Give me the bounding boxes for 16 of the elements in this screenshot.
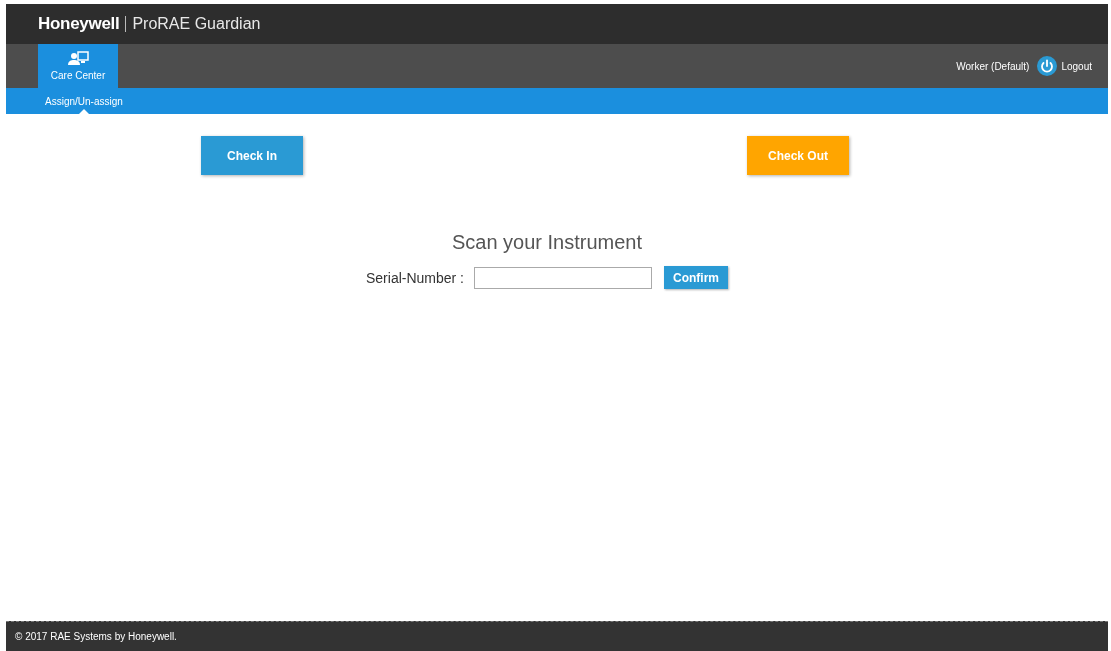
nav-tab[interactable]: Care Center [38,44,118,88]
check-out-button[interactable]: Check Out [747,136,849,175]
subnav-link[interactable]: Assign/Un-assign [45,91,123,111]
selected-pointer-icon [78,108,89,114]
copyright-text: © 2017 RAE Systems by Honeywell. [15,631,177,642]
logout-link[interactable]: Logout [1037,56,1092,76]
product-name: ProRAE Guardian [132,15,261,33]
user-name: Worker (Default) [956,60,1030,72]
serial-number-field[interactable] [474,266,652,289]
monitor-user-icon [67,51,89,67]
confirm-button[interactable]: Confirm [664,266,728,289]
check-in-button[interactable]: Check In [201,136,303,175]
scan-title: Scan your Instrument [450,231,644,254]
power-icon [1037,56,1058,76]
brand-logo: Honeywell [38,14,120,34]
serial-number-label: Serial-Number : [366,269,464,286]
